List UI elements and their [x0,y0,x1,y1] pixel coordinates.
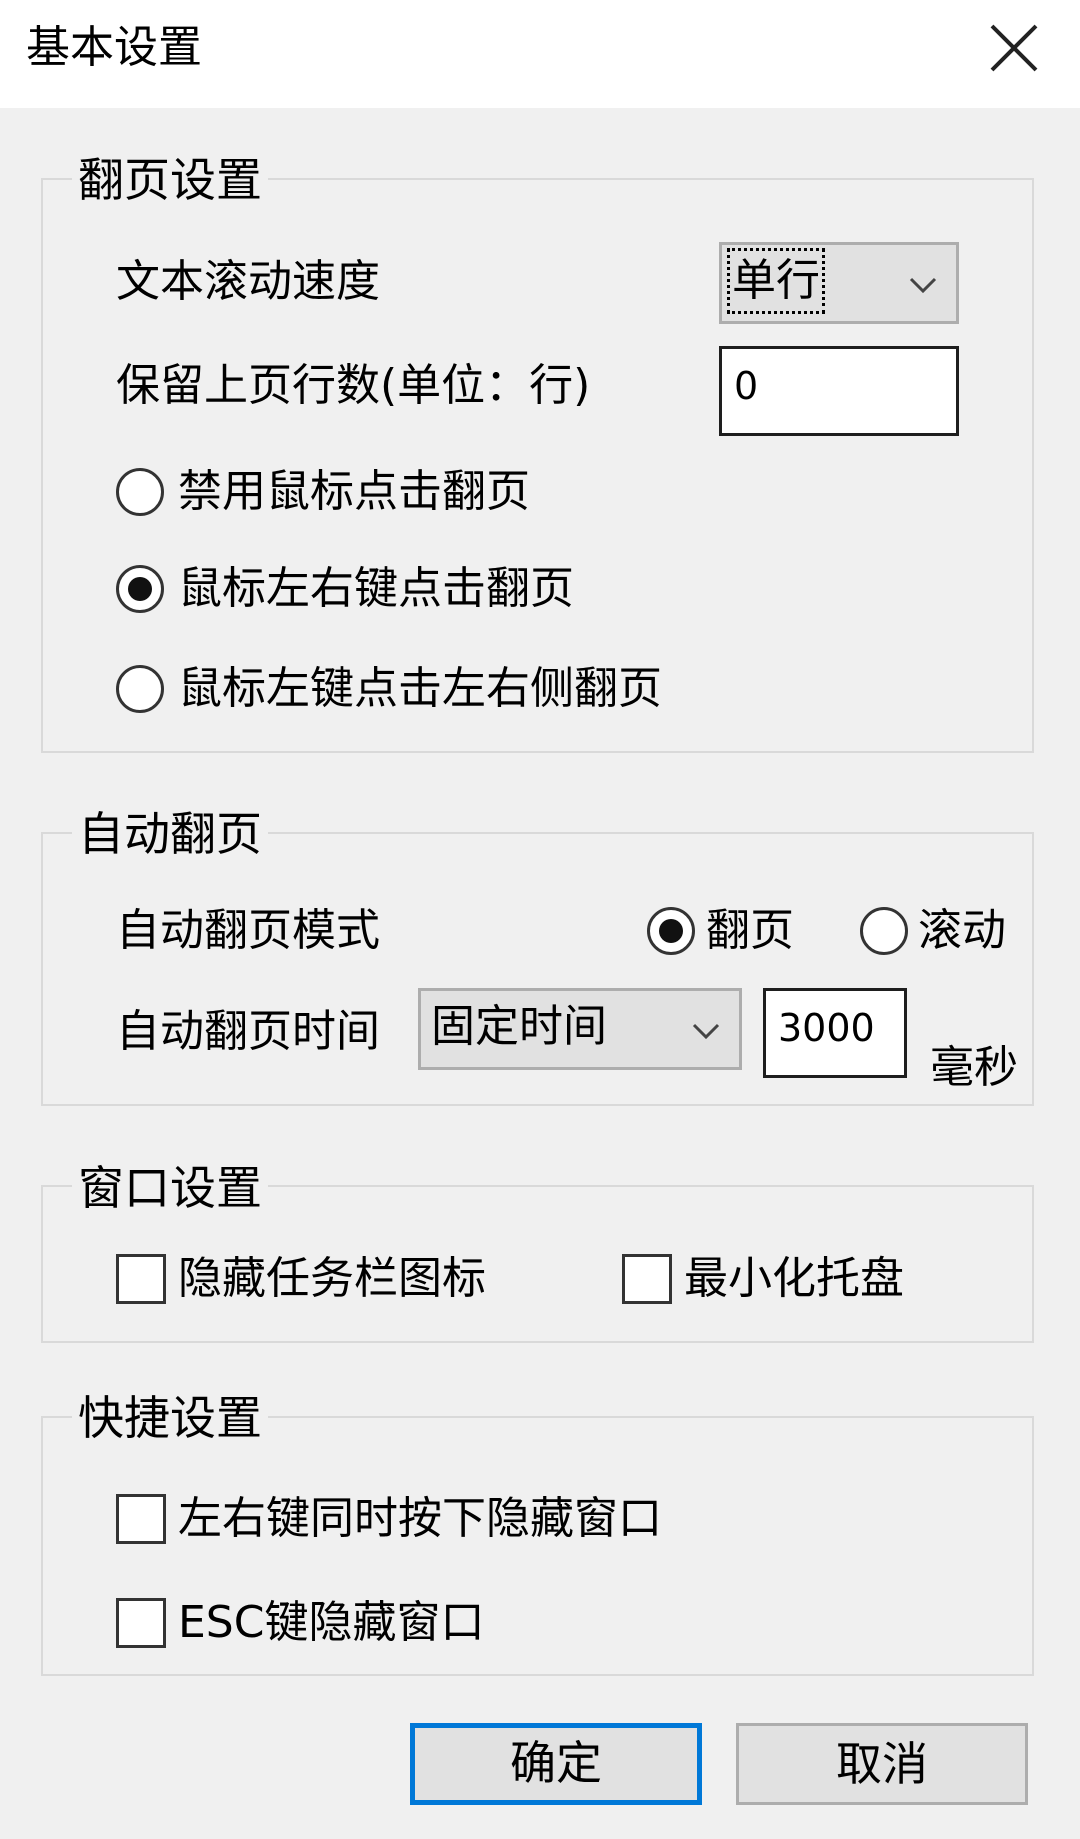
page-turn-legend: 翻页设置 [72,152,268,208]
esc-hide-label[interactable]: ESC键隐藏窗口 [178,1595,484,1651]
auto-turn-legend: 自动翻页 [72,806,268,862]
disable-click-label[interactable]: 禁用鼠标点击翻页 [178,464,530,520]
scroll-speed-value: 单行 [727,248,825,314]
auto-time-unit: 毫秒 [930,1042,1018,1093]
cancel-button[interactable]: 取消 [736,1723,1028,1805]
auto-mode-scroll-label[interactable]: 滚动 [918,903,1006,959]
minimize-tray-label[interactable]: 最小化托盘 [684,1251,904,1307]
auto-mode-label: 自动翻页模式 [116,905,380,956]
left-click-sides-radio[interactable] [116,665,164,713]
auto-mode-scroll-radio[interactable] [860,907,908,955]
ok-button-label: 确定 [510,1736,602,1790]
chevron-down-icon [692,1023,720,1040]
hide-taskbar-icon-label[interactable]: 隐藏任务栏图标 [178,1251,486,1307]
close-icon[interactable] [980,14,1048,82]
auto-time-input[interactable]: 3000 [763,988,907,1078]
keep-lines-value: 0 [734,364,759,408]
title-bar: 基本设置 [0,0,1080,108]
minimize-tray-checkbox[interactable] [622,1254,672,1304]
esc-hide-checkbox[interactable] [116,1598,166,1648]
auto-mode-turn-radio[interactable] [647,907,695,955]
cancel-button-label: 取消 [836,1737,928,1791]
auto-time-label: 自动翻页时间 [116,1006,380,1057]
scroll-speed-select[interactable]: 单行 [719,242,959,324]
auto-mode-turn-label[interactable]: 翻页 [706,903,794,959]
auto-time-mode-value: 固定时间 [431,1001,607,1052]
window-title: 基本设置 [26,22,202,73]
disable-click-radio[interactable] [116,468,164,516]
auto-time-mode-select[interactable]: 固定时间 [418,988,742,1070]
left-right-click-radio[interactable] [116,565,164,613]
left-click-sides-label[interactable]: 鼠标左键点击左右侧翻页 [178,661,662,717]
window-settings-legend: 窗口设置 [72,1160,268,1216]
chevron-down-icon [909,277,937,294]
hide-taskbar-icon-checkbox[interactable] [116,1254,166,1304]
scroll-speed-label: 文本滚动速度 [116,256,380,307]
shortcut-settings-legend: 快捷设置 [72,1390,268,1446]
ok-button[interactable]: 确定 [410,1723,702,1805]
left-right-click-label[interactable]: 鼠标左右键点击翻页 [178,561,574,617]
both-buttons-hide-checkbox[interactable] [116,1494,166,1544]
both-buttons-hide-label[interactable]: 左右键同时按下隐藏窗口 [178,1491,662,1547]
keep-lines-label: 保留上页行数(单位：行) [116,360,591,411]
auto-time-value: 3000 [778,1006,875,1050]
keep-lines-input[interactable]: 0 [719,346,959,436]
